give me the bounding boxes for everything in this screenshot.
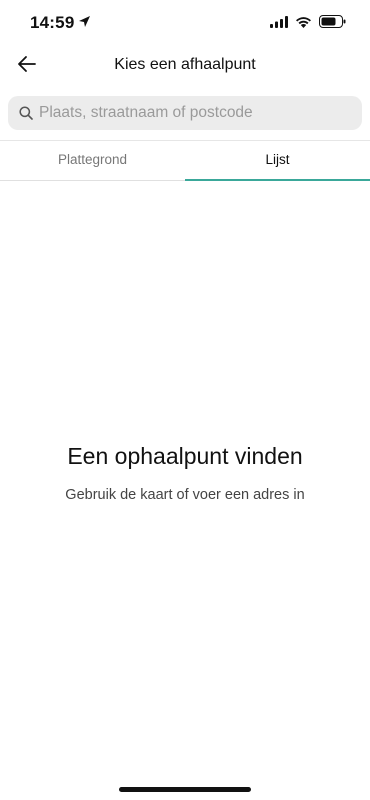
tab-bar: Plattegrond Lijst <box>0 140 370 181</box>
tab-plattegrond[interactable]: Plattegrond <box>0 141 185 180</box>
search-icon <box>19 106 33 120</box>
home-indicator <box>119 787 251 792</box>
search-box[interactable] <box>8 96 362 130</box>
status-time-text: 14:59 <box>30 13 75 32</box>
header: Kies een afhaalpunt <box>0 48 370 86</box>
status-icons <box>270 15 346 33</box>
status-bar: 14:59 <box>0 0 370 48</box>
search-input[interactable] <box>39 104 349 122</box>
tab-lijst[interactable]: Lijst <box>185 141 370 181</box>
tab-plattegrond-label: Plattegrond <box>57 152 128 167</box>
page-title: Kies een afhaalpunt <box>114 56 256 73</box>
battery-icon <box>319 15 346 33</box>
location-arrow-icon <box>78 13 91 33</box>
empty-state-title: Een ophaalpunt vinden <box>67 443 303 469</box>
signal-icon <box>270 15 288 33</box>
wifi-icon <box>295 15 312 33</box>
active-tab-indicator <box>185 179 370 181</box>
empty-state-subtitle: Gebruik de kaart of voer een adres in <box>65 487 305 503</box>
status-time: 14:59 <box>30 13 91 33</box>
tab-lijst-label: Lijst <box>265 152 290 167</box>
